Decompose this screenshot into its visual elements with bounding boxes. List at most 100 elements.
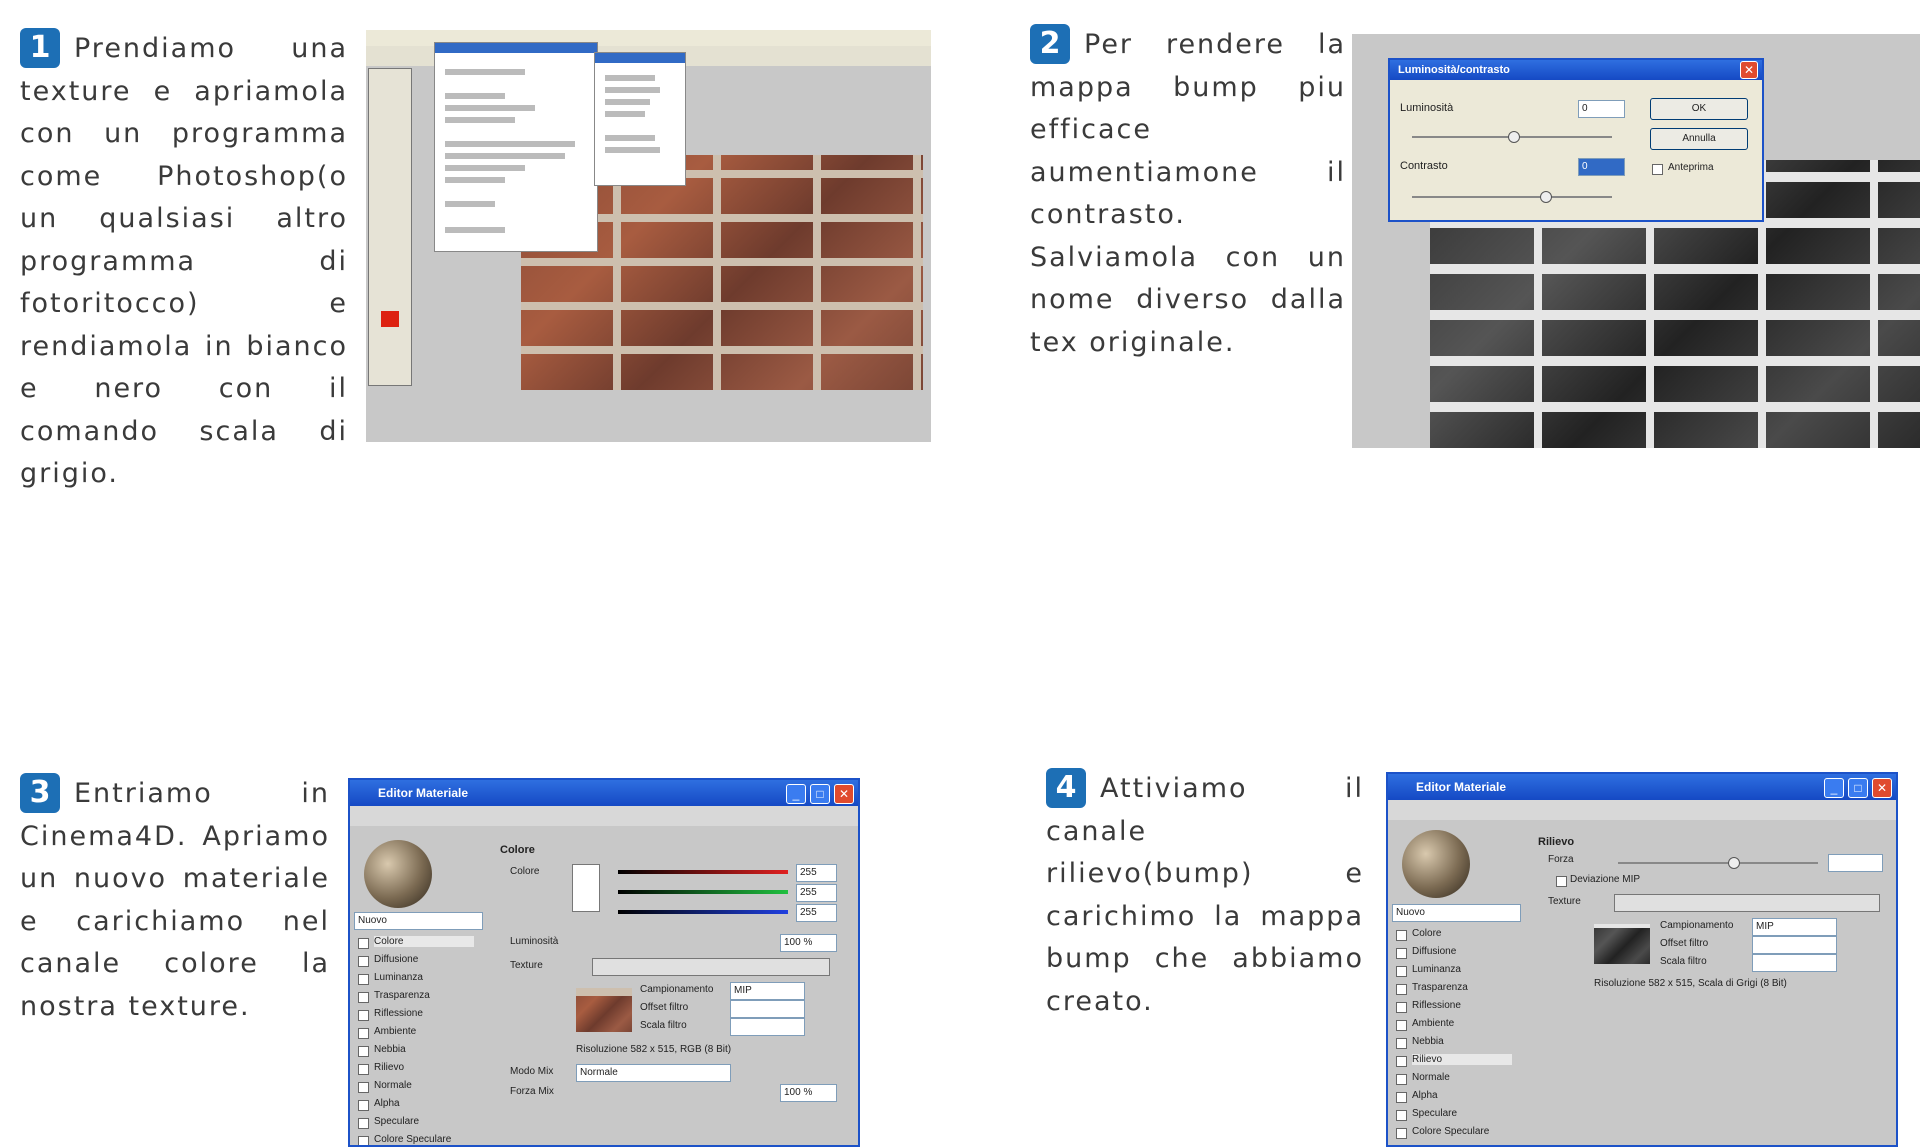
red-value[interactable]: 255	[796, 864, 837, 882]
channel-item[interactable]: Normale	[374, 1080, 474, 1091]
channel-item[interactable]: Alpha	[374, 1098, 474, 1109]
step-1-paragraph: Prendiamo una texture e apriamola con un…	[20, 33, 348, 489]
channel-checkbox[interactable]	[1396, 984, 1407, 995]
channel-checkbox[interactable]	[358, 1028, 369, 1039]
channel-checkbox[interactable]	[1396, 1020, 1407, 1031]
channel-item[interactable]: Luminanza	[1412, 964, 1512, 975]
channel-checkbox[interactable]	[1396, 1074, 1407, 1085]
channel-checkbox[interactable]	[1396, 1092, 1407, 1103]
channel-item[interactable]: Trasparenza	[1412, 982, 1512, 993]
image-menu	[434, 42, 598, 252]
brightness-value[interactable]: 100 %	[780, 934, 837, 952]
strength-knob[interactable]	[1728, 857, 1740, 869]
channel-checkbox[interactable]	[1396, 1056, 1407, 1067]
channel-item[interactable]: Nebbia	[374, 1044, 474, 1055]
channel-checkbox[interactable]	[358, 1082, 369, 1093]
material-name-field[interactable]: Nuovo	[1392, 904, 1521, 922]
material-editor-bump-screenshot: Editor Materiale _ □ ✕ Nuovo Rilievo For…	[1386, 772, 1898, 1147]
sampling-label: Campionamento	[640, 984, 714, 995]
channel-checkbox[interactable]	[358, 956, 369, 967]
channel-item[interactable]: Speculare	[1412, 1108, 1512, 1119]
channel-item[interactable]: Diffusione	[374, 954, 474, 965]
channel-item[interactable]: Trasparenza	[374, 990, 474, 1001]
channel-checkbox[interactable]	[358, 1046, 369, 1057]
luminosity-knob[interactable]	[1508, 131, 1520, 143]
channel-item[interactable]: Colore	[374, 936, 474, 947]
maximize-button[interactable]: □	[810, 784, 830, 804]
minimize-button[interactable]: _	[786, 784, 806, 804]
channel-checkbox[interactable]	[1396, 1110, 1407, 1121]
dialog-close-button[interactable]: ✕	[1740, 61, 1758, 79]
channel-checkbox[interactable]	[1396, 1002, 1407, 1013]
window-title: Editor Materiale	[1388, 774, 1896, 800]
strength-value[interactable]	[1828, 854, 1883, 872]
channel-item[interactable]: Normale	[1412, 1072, 1512, 1083]
contrast-input[interactable]: 0	[1578, 158, 1625, 176]
texture-path-field[interactable]	[592, 958, 830, 976]
channel-item[interactable]: Rilievo	[1412, 1054, 1512, 1065]
close-button[interactable]: ✕	[1872, 778, 1892, 798]
channel-checkbox[interactable]	[358, 1118, 369, 1129]
scale-field[interactable]	[730, 1018, 805, 1036]
section-title: Colore	[500, 844, 535, 856]
channel-item[interactable]: Riflessione	[374, 1008, 474, 1019]
offset-field[interactable]	[1752, 936, 1837, 954]
channel-checkbox[interactable]	[358, 992, 369, 1003]
channel-checkbox[interactable]	[358, 1064, 369, 1075]
cancel-button[interactable]: Annulla	[1650, 128, 1748, 150]
strength-slider[interactable]	[1618, 862, 1818, 864]
channel-checkbox[interactable]	[1396, 1128, 1407, 1139]
sampling-dropdown[interactable]: MIP	[1752, 918, 1837, 936]
channel-item[interactable]: Speculare	[374, 1116, 474, 1127]
scale-field[interactable]	[1752, 954, 1837, 972]
channel-checkbox[interactable]	[358, 1010, 369, 1021]
tools-palette	[368, 68, 412, 386]
texture-label: Texture	[510, 960, 543, 971]
channel-checkbox[interactable]	[1396, 966, 1407, 977]
channel-item[interactable]: Luminanza	[374, 972, 474, 983]
channel-item[interactable]: Nebbia	[1412, 1036, 1512, 1047]
mode-submenu	[594, 52, 686, 186]
green-slider[interactable]	[618, 890, 788, 894]
channel-checkbox[interactable]	[358, 938, 369, 949]
channel-item[interactable]: Colore	[1412, 928, 1512, 939]
texture-path-field[interactable]	[1614, 894, 1880, 912]
contrast-screenshot: Luminosità/contrasto ✕ Luminosità 0 Cont…	[1352, 34, 1920, 448]
preview-checkbox[interactable]	[1652, 164, 1663, 175]
channel-item[interactable]: Alpha	[1412, 1090, 1512, 1101]
contrast-label: Contrasto	[1400, 160, 1448, 172]
mip-checkbox[interactable]	[1556, 876, 1567, 887]
maximize-button[interactable]: □	[1848, 778, 1868, 798]
channel-item[interactable]: Colore Speculare	[1412, 1126, 1512, 1137]
contrast-slider[interactable]	[1412, 196, 1612, 198]
material-name-field[interactable]: Nuovo	[354, 912, 483, 930]
channel-checkbox[interactable]	[1396, 930, 1407, 941]
sampling-dropdown[interactable]: MIP	[730, 982, 805, 1000]
step-2-badge: 2	[1030, 24, 1070, 64]
contrast-knob[interactable]	[1540, 191, 1552, 203]
channel-checkbox[interactable]	[358, 974, 369, 985]
channel-item[interactable]: Colore Speculare	[374, 1134, 474, 1145]
blue-slider[interactable]	[618, 910, 788, 914]
color-swatch[interactable]	[572, 864, 600, 912]
channel-checkbox[interactable]	[358, 1100, 369, 1111]
channel-item[interactable]: Diffusione	[1412, 946, 1512, 957]
green-value[interactable]: 255	[796, 884, 837, 902]
channel-item[interactable]: Riflessione	[1412, 1000, 1512, 1011]
offset-field[interactable]	[730, 1000, 805, 1018]
close-button[interactable]: ✕	[834, 784, 854, 804]
blue-value[interactable]: 255	[796, 904, 837, 922]
luminosity-label: Luminosità	[1400, 102, 1454, 114]
channel-checkbox[interactable]	[1396, 948, 1407, 959]
channel-checkbox[interactable]	[358, 1136, 369, 1145]
minimize-button[interactable]: _	[1824, 778, 1844, 798]
channel-item[interactable]: Rilievo	[374, 1062, 474, 1073]
mix-mode-dropdown[interactable]: Normale	[576, 1064, 731, 1082]
channel-checkbox[interactable]	[1396, 1038, 1407, 1049]
luminosity-input[interactable]: 0	[1578, 100, 1625, 118]
channel-item[interactable]: Ambiente	[374, 1026, 474, 1037]
ok-button[interactable]: OK	[1650, 98, 1748, 120]
red-slider[interactable]	[618, 870, 788, 874]
channel-item[interactable]: Ambiente	[1412, 1018, 1512, 1029]
mix-strength-value[interactable]: 100 %	[780, 1084, 837, 1102]
